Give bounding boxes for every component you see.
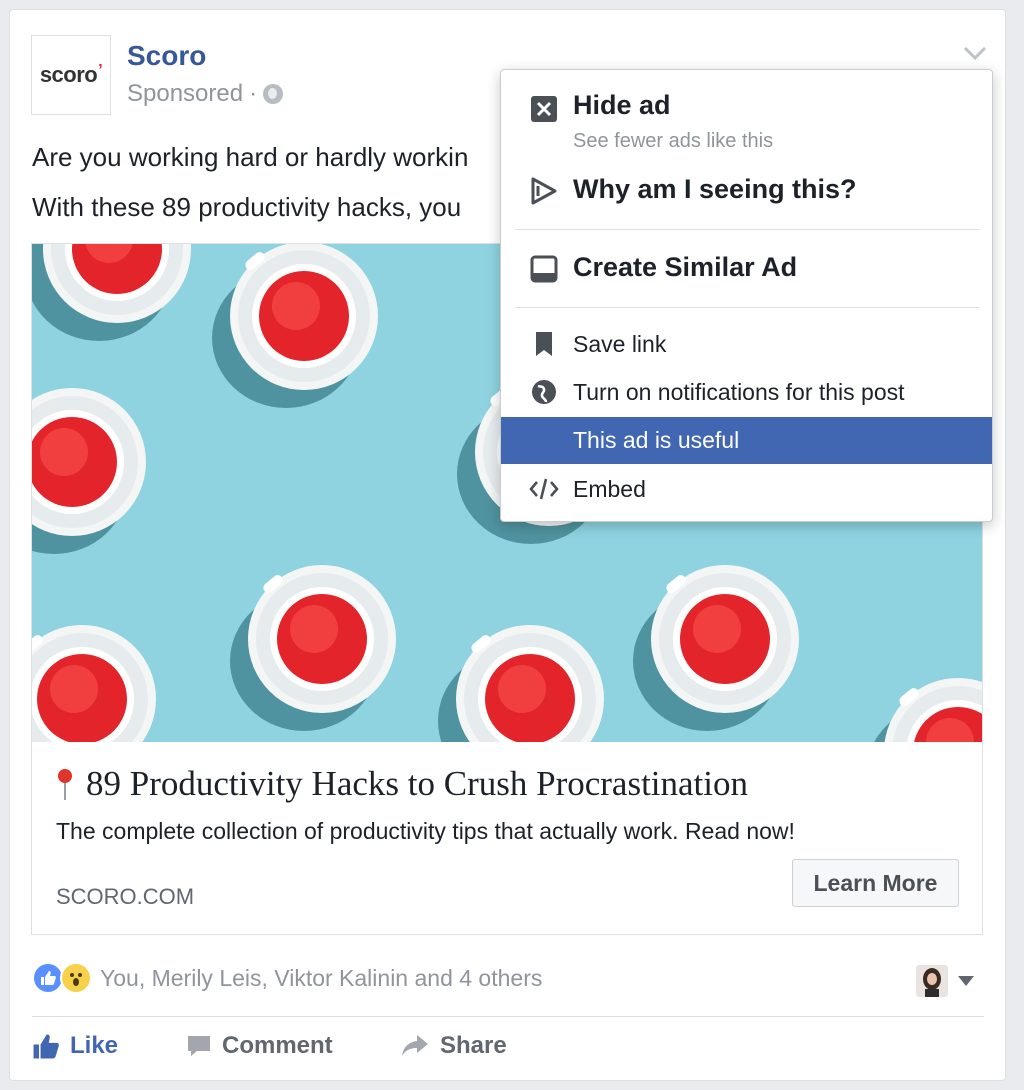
globe-notification-icon (529, 377, 559, 407)
learn-more-button[interactable]: Learn More (792, 859, 959, 907)
reactions-summary[interactable]: You, Merily Leis, Viktor Kalinin and 4 o… (32, 962, 542, 994)
menu-item-create-similar-ad[interactable]: Create Similar Ad (501, 246, 992, 292)
close-box-icon (529, 94, 559, 124)
logo-wordmark: scoro’ (39, 62, 103, 87)
link-headline[interactable]: 89 Productivity Hacks to Crush Procrasti… (56, 764, 748, 804)
comment-icon (188, 1036, 210, 1056)
like-label: Like (70, 1032, 119, 1059)
chevron-down-icon[interactable] (960, 40, 990, 64)
separator-dot: · (249, 80, 258, 107)
why-seeing-label: Why am I seeing this? (573, 174, 857, 204)
save-link-label: Save link (573, 331, 667, 357)
menu-item-notifications[interactable]: Turn on notifications for this post (501, 369, 992, 415)
bookmark-icon (529, 329, 559, 359)
create-similar-label: Create Similar Ad (573, 252, 798, 282)
link-domain: SCORO.COM (56, 884, 195, 909)
menu-separator (515, 307, 979, 308)
page-logo[interactable]: scoro’ (31, 35, 111, 115)
link-title-text: 89 Productivity Hacks to Crush Procrasti… (86, 764, 749, 803)
share-arrow-icon (402, 1035, 428, 1056)
reactions-names[interactable]: You, Merily Leis, Viktor Kalinin and 4 o… (100, 965, 542, 992)
menu-item-why-seeing[interactable]: Why am I seeing this? (501, 170, 992, 214)
hide-ad-label: Hide ad (573, 90, 671, 120)
avatar[interactable] (916, 965, 948, 997)
link-description: The complete collection of productivity … (56, 818, 795, 844)
sponsored-label[interactable]: Sponsored (127, 80, 243, 108)
menu-item-save-link[interactable]: Save link (501, 321, 992, 367)
code-icon (529, 474, 559, 504)
ad-box-icon (529, 254, 559, 284)
post-options-menu: Hide ad See fewer ads like this Why am I… (500, 69, 993, 522)
ad-choices-icon (529, 176, 559, 206)
pushpin-icon (58, 769, 72, 800)
ad-useful-label: This ad is useful (573, 427, 740, 453)
sponsored-line: Sponsored · (127, 80, 284, 108)
comment-label: Comment (222, 1032, 333, 1059)
embed-label: Embed (573, 476, 646, 502)
divider (32, 1016, 984, 1017)
post-text-line-2: With these 89 productivity hacks, you (32, 192, 462, 222)
menu-item-embed[interactable]: Embed (501, 466, 992, 512)
comment-button[interactable]: Comment (186, 1032, 333, 1060)
wow-reaction-icon (60, 962, 92, 994)
post-text-line-1: Are you working hard or hardly workin (32, 142, 469, 172)
menu-item-ad-useful[interactable]: This ad is useful (501, 417, 992, 464)
hide-ad-sublabel: See fewer ads like this (573, 130, 774, 152)
thumbs-up-icon (33, 1034, 59, 1059)
menu-separator (515, 229, 979, 230)
page-name-link[interactable]: Scoro (127, 40, 206, 72)
globe-icon (263, 84, 284, 104)
notifications-label: Turn on notifications for this post (573, 379, 905, 405)
like-button[interactable]: Like (32, 1032, 118, 1060)
menu-item-hide-ad[interactable]: Hide ad See fewer ads like this (501, 90, 992, 164)
caret-down-icon[interactable] (958, 976, 974, 986)
share-label: Share (440, 1032, 507, 1059)
share-button[interactable]: Share (400, 1032, 507, 1060)
